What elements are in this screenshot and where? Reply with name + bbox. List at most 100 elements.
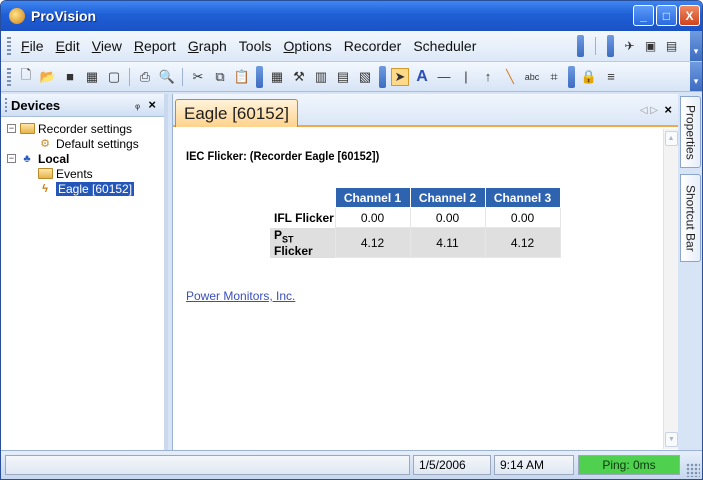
side-tab-strip: Properties Shortcut Bar	[678, 94, 702, 450]
tree-item-eagle[interactable]: ϟ Eagle [60152]	[7, 181, 164, 196]
vertical-line-icon[interactable]: |	[457, 68, 475, 86]
column-header: Channel 2	[409, 187, 486, 208]
settings-icon: ⚙	[40, 138, 50, 150]
tree-label: Eagle [60152]	[56, 181, 135, 196]
print-preview-icon[interactable]: 🔍	[158, 68, 176, 86]
menu-edit[interactable]: Edit	[50, 38, 86, 54]
tab-shortcut-bar[interactable]: Shortcut Bar	[680, 174, 701, 262]
text-label-icon[interactable]: abc	[523, 68, 541, 86]
toolbar-overflow-chevron-icon[interactable]	[379, 65, 386, 88]
tab-scroll-arrows-icon[interactable]: ◁ ▷	[640, 105, 658, 116]
arrow-up-icon[interactable]: ↑	[479, 68, 497, 86]
line-tool-icon[interactable]: —	[435, 68, 453, 86]
column-header: Channel 1	[334, 187, 411, 208]
menu-mini-toolbar: ✈ ▣ ▤	[574, 35, 680, 57]
window-icon[interactable]: ▢	[105, 68, 123, 86]
pin-icon[interactable]: ᵩ	[135, 99, 140, 111]
toolbar-overflow-icon[interactable]: ▾	[690, 62, 702, 91]
tab-eagle[interactable]: Eagle [60152]	[175, 99, 298, 127]
close-button[interactable]: X	[679, 5, 700, 26]
cut-icon[interactable]: ✂	[189, 68, 207, 86]
toolbar-grip-icon[interactable]	[7, 67, 11, 86]
status-ping: Ping: 0ms	[578, 455, 680, 475]
menubar-overflow-icon[interactable]: ▾	[690, 31, 702, 61]
menu-options[interactable]: Options	[277, 38, 337, 54]
document-area: Eagle [60152] ◁ ▷ × IEC Flicker: (Record…	[172, 94, 678, 450]
menu-scheduler[interactable]: Scheduler	[407, 38, 482, 54]
minimize-button[interactable]: _	[633, 5, 654, 26]
device-tree: − Recorder settings ⚙ Default settings −…	[1, 117, 164, 196]
close-tab-icon[interactable]: ×	[664, 102, 672, 117]
title-bar[interactable]: ProVision _ □ X	[1, 1, 702, 31]
devices-panel-header[interactable]: Devices ᵩ ×	[1, 94, 164, 117]
tools-icon[interactable]: ⚒	[290, 68, 308, 86]
table-cell: 4.12	[484, 226, 561, 259]
text-tool-icon[interactable]: A	[413, 68, 431, 86]
format-icon[interactable]: ⌗	[545, 68, 563, 86]
document-tab-bar: Eagle [60152] ◁ ▷ ×	[173, 94, 678, 127]
toolbar-overflow-chevron-icon[interactable]	[607, 35, 614, 57]
window-controls: _ □ X	[633, 5, 700, 26]
collapse-icon[interactable]: −	[7, 154, 16, 163]
align-icon[interactable]: ≡	[602, 68, 620, 86]
table-corner	[270, 188, 335, 208]
collapse-icon[interactable]: −	[7, 124, 16, 133]
table-row: IFL Flicker 0.00 0.00 0.00	[270, 207, 561, 228]
recorder-lightning-icon: ϟ	[42, 182, 48, 195]
toolbar-overflow-chevron-icon[interactable]	[568, 65, 575, 88]
toolbar-overflow-chevron-icon[interactable]	[256, 65, 263, 88]
chart-icon[interactable]: ▥	[312, 68, 330, 86]
tree-item-events[interactable]: Events	[7, 166, 164, 181]
vertical-scrollbar[interactable]: ▲ ▼	[663, 129, 678, 449]
paste-icon[interactable]: 📋	[233, 68, 251, 86]
status-bar: 1/5/2006 9:14 AM Ping: 0ms	[1, 450, 702, 479]
menu-grip-icon[interactable]	[7, 37, 11, 55]
tree-item-local[interactable]: − ♣ Local	[7, 151, 164, 166]
devices-panel-title: Devices	[11, 97, 61, 113]
diagonal-line-icon[interactable]: ╲	[501, 68, 519, 86]
report-icon[interactable]: ▦	[268, 68, 286, 86]
tab-properties[interactable]: Properties	[680, 96, 701, 168]
menu-bar: File Edit View Report Graph Tools Option…	[1, 31, 702, 62]
menu-graph[interactable]: Graph	[182, 38, 233, 54]
panel-close-icon[interactable]: ×	[148, 97, 156, 112]
company-link[interactable]: Power Monitors, Inc.	[186, 289, 295, 303]
menu-tools[interactable]: Tools	[233, 38, 278, 54]
panel-grip-icon[interactable]	[5, 98, 7, 112]
network-icon[interactable]: ▤	[663, 38, 680, 55]
folder-icon	[19, 122, 35, 136]
menu-view[interactable]: View	[86, 38, 128, 54]
menu-report[interactable]: Report	[128, 38, 182, 54]
table-icon[interactable]: ▤	[334, 68, 352, 86]
separator	[129, 67, 130, 86]
export-icon[interactable]: ▧	[356, 68, 374, 86]
scroll-down-icon[interactable]: ▼	[665, 432, 678, 447]
main-toolbar: 🗋 📂 ■ ▦ ▢ ⎙ 🔍 ✂ ⧉ 📋 ▦ ⚒ ▥ ▤ ▧ ➤ A — | ↑ …	[1, 62, 702, 92]
table-cell: 0.00	[484, 207, 561, 228]
copy-icon[interactable]: ⧉	[211, 68, 229, 86]
save-icon[interactable]: ■	[61, 68, 79, 86]
satellite-icon[interactable]: ✈	[621, 38, 638, 55]
window-title: ProVision	[31, 8, 97, 24]
resize-grip-icon[interactable]	[686, 463, 700, 477]
maximize-button[interactable]: □	[656, 5, 677, 26]
print-icon[interactable]: ⎙	[136, 68, 154, 86]
menu-file[interactable]: File	[15, 38, 50, 54]
modem-icon[interactable]: ▣	[642, 38, 659, 55]
save-all-icon[interactable]: ▦	[83, 68, 101, 86]
new-icon[interactable]: 🗋	[17, 67, 35, 86]
menu-recorder[interactable]: Recorder	[338, 38, 408, 54]
scroll-up-icon[interactable]: ▲	[664, 131, 678, 146]
app-window: ProVision _ □ X File Edit View Report Gr…	[0, 0, 703, 480]
separator	[182, 67, 183, 86]
toolbar-overflow-chevron-icon[interactable]	[577, 35, 584, 57]
table-cell: 4.11	[409, 226, 486, 259]
open-folder-icon[interactable]: 📂	[39, 68, 57, 86]
tree-item-recorder-settings[interactable]: − Recorder settings	[7, 121, 164, 136]
tree-item-default-settings[interactable]: ⚙ Default settings	[7, 136, 164, 151]
table-cell: 0.00	[409, 207, 486, 228]
lock-icon[interactable]: 🔒	[580, 68, 598, 86]
pointer-icon[interactable]: ➤	[391, 67, 409, 86]
devices-panel: Devices ᵩ × − Recorder settings ⚙ Defaul…	[1, 94, 168, 450]
tree-label: Local	[38, 151, 70, 166]
